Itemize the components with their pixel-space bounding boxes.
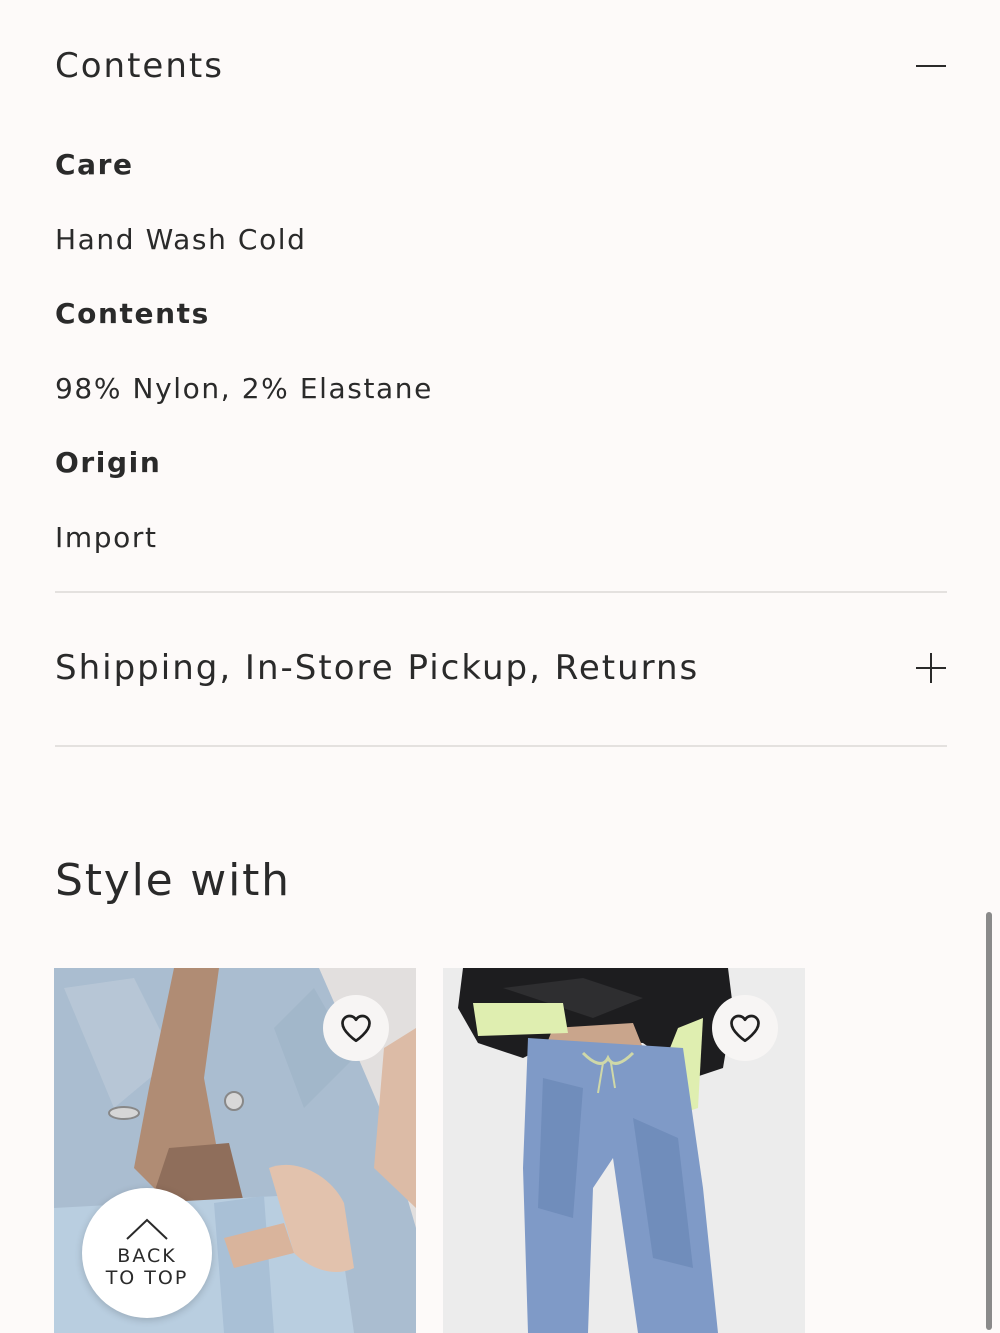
back-to-top-label-line1: BACK [117,1245,177,1267]
back-to-top-button[interactable]: BACK TO TOP [82,1188,212,1318]
contents-value: 98% Nylon, 2% Elastane [55,372,433,405]
contents-accordion-header[interactable]: Contents [55,46,947,86]
origin-label: Origin [55,446,162,479]
care-label: Care [55,148,134,181]
chevron-up-icon [126,1218,168,1240]
heart-icon [730,1014,760,1043]
product-card[interactable] [443,968,805,1333]
back-to-top-label-line2: TO TOP [105,1267,189,1289]
shipping-accordion-header[interactable]: Shipping, In-Store Pickup, Returns [55,648,947,688]
plus-icon[interactable] [915,652,947,684]
favorite-button[interactable] [323,995,389,1061]
product-details-page: Contents Care Hand Wash Cold Contents 98… [0,0,1000,1333]
section-divider [55,591,947,593]
care-value: Hand Wash Cold [55,223,307,256]
scrollbar-thumb[interactable] [986,912,992,1330]
heart-icon [341,1014,371,1043]
origin-value: Import [55,521,158,554]
shipping-section-title: Shipping, In-Store Pickup, Returns [55,648,700,688]
contents-label: Contents [55,297,210,330]
contents-section-title: Contents [55,46,224,86]
minus-icon[interactable] [915,50,947,82]
section-divider [55,745,947,747]
style-with-heading: Style with [55,855,291,906]
favorite-button[interactable] [712,995,778,1061]
